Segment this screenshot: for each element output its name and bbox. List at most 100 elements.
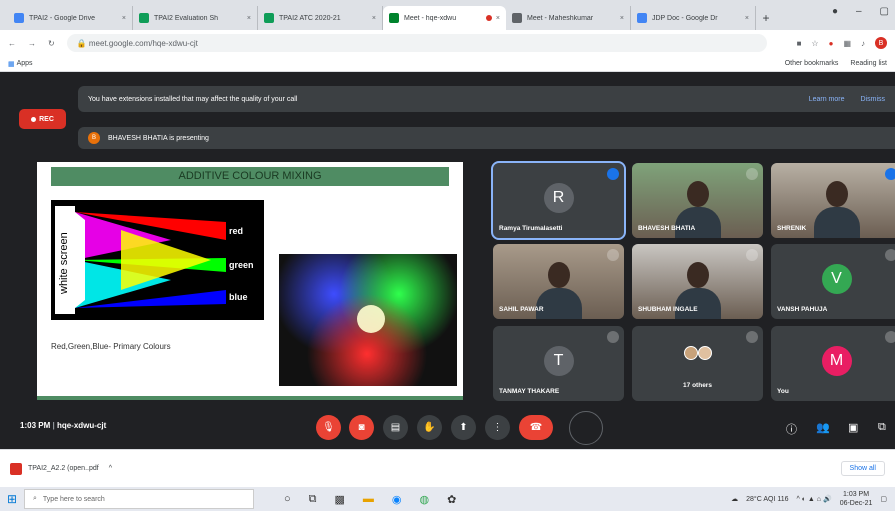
captions-button[interactable]: ▤ [383, 415, 408, 440]
hand-icon: ✋ [423, 422, 436, 433]
notifications-icon[interactable]: ▢ [880, 495, 887, 503]
windows-start-icon[interactable]: ⊞ [0, 487, 24, 511]
white-screen-label: white screen [58, 232, 70, 295]
browser-tab[interactable]: Meet - Maheshkumar × [506, 6, 631, 30]
profile-indicator-icon[interactable]: ● [832, 6, 838, 17]
leave-call-button[interactable]: ☎ [519, 415, 553, 440]
browser-tab[interactable]: JDP Doc - Google Dr × [631, 6, 756, 30]
profile-avatar[interactable]: B [875, 37, 887, 49]
apps-bookmark[interactable]: Apps [17, 60, 33, 67]
close-tab-icon[interactable]: × [122, 15, 126, 22]
mic-status-icon [885, 168, 895, 180]
participant-tile[interactable]: R Ramya Tirumalasetti [491, 161, 626, 240]
media-icon[interactable]: ♪ [861, 39, 865, 48]
browser-tab[interactable]: TPAI2 Evaluation Sh × [133, 6, 258, 30]
camera-off-button[interactable]: ◙ [349, 415, 374, 440]
mic-status-icon [607, 168, 619, 180]
participant-body [674, 207, 721, 238]
colour-diagram: white screen red green blue [51, 200, 264, 320]
chevron-up-icon[interactable]: ^ [109, 465, 112, 472]
back-icon[interactable]: ← [8, 39, 16, 48]
cursor-ring [569, 411, 603, 445]
camera-icon[interactable]: ■ [797, 39, 802, 48]
tray-icons[interactable]: ^ ◐ ▲ ⌂ 🔊 [797, 495, 832, 503]
participant-tile[interactable]: BHAVESH BHATIA [632, 163, 763, 238]
download-file-name[interactable]: TPAI2_A2.2 (open..pdf [28, 465, 99, 472]
chrome-icon[interactable]: ◍ [420, 493, 430, 506]
forward-icon[interactable]: → [28, 39, 36, 48]
participant-tile[interactable]: T TANMAY THAKARE [493, 326, 624, 401]
new-tab-button[interactable]: + [756, 6, 776, 30]
weather-icon[interactable]: ☁ [731, 495, 738, 503]
url-field[interactable]: 🔒 meet.google.com/hqe-xdwu-cjt [66, 34, 767, 52]
close-tab-icon[interactable]: × [620, 15, 624, 22]
present-button[interactable]: ⬆ [451, 415, 476, 440]
mic-status-icon [746, 249, 758, 261]
show-all-button[interactable]: Show all [840, 461, 885, 476]
participant-name: You [777, 388, 789, 395]
close-tab-icon[interactable]: × [372, 15, 376, 22]
reading-list[interactable]: Reading list [850, 60, 887, 67]
more-vert-icon: ⋮ [492, 422, 503, 433]
participant-name: SHUBHAM INGALE [638, 306, 698, 313]
other-avatar [697, 346, 712, 360]
apps-icon[interactable]: ▦ [8, 60, 17, 68]
store-icon[interactable]: ▩ [335, 493, 345, 506]
close-tab-icon[interactable]: × [745, 15, 749, 22]
close-tab-icon[interactable]: × [247, 15, 251, 22]
participant-tile[interactable]: SHUBHAM INGALE [632, 244, 763, 319]
minimize-icon[interactable]: – [856, 6, 862, 17]
participant-tile[interactable]: M You [771, 326, 895, 401]
app-icon[interactable]: ✿ [447, 493, 456, 506]
clock[interactable]: 1:03 PM 06-Dec-21 [840, 490, 873, 508]
others-avatars [683, 346, 712, 360]
more-options-button[interactable]: ⋮ [485, 415, 510, 440]
dismiss-link[interactable]: Dismiss [861, 96, 886, 103]
participant-avatar: R [543, 182, 574, 213]
meet-window: You have extensions installed that may a… [0, 72, 895, 449]
participant-tile[interactable]: SHRENIK [771, 163, 895, 238]
learn-more-link[interactable]: Learn more [809, 96, 845, 103]
download-bar: TPAI2_A2.2 (open..pdf ^ Show all [0, 449, 895, 487]
people-icon[interactable]: 👥 [816, 421, 830, 434]
browser-tab[interactable]: TPAI2 - Google Drive × [8, 6, 133, 30]
file-explorer-icon[interactable]: ▬ [363, 493, 374, 506]
bookmarks-bar: ▦ Apps Other bookmarks Reading list [0, 56, 895, 72]
extension-icon[interactable]: ● [829, 39, 834, 48]
taskbar-search-input[interactable]: ⌕ Type here to search [24, 489, 254, 509]
slide-title: ADDITIVE COLOUR MIXING [51, 167, 449, 186]
weather-text[interactable]: 28°C AQI 116 [746, 496, 788, 503]
reload-icon[interactable]: ↻ [48, 39, 55, 48]
raise-hand-button[interactable]: ✋ [417, 415, 442, 440]
star-icon[interactable]: ☆ [811, 39, 818, 48]
participant-name: TANMAY THAKARE [499, 388, 560, 395]
recording-tab-dot-icon [485, 15, 492, 21]
microphone-off-button[interactable]: 🎙 [316, 415, 341, 440]
task-view-icon[interactable]: ⧉ [309, 493, 317, 506]
participant-name: VANSH PAHUJA [777, 306, 828, 313]
tab-title: TPAI2 ATC 2020-21 [279, 14, 341, 22]
puzzle-icon[interactable]: ▦ [843, 39, 851, 48]
slide-caption: Red,Green,Blue- Primary Colours [51, 342, 171, 351]
edge-icon[interactable]: ◉ [392, 493, 402, 506]
maximize-icon[interactable]: ▢ [880, 6, 889, 17]
participant-body [813, 207, 860, 238]
activities-icon[interactable]: ⧉ [878, 421, 886, 434]
participant-tile[interactable]: V VANSH PAHUJA [771, 244, 895, 319]
other-bookmarks[interactable]: Other bookmarks [785, 60, 839, 67]
participant-figure [686, 181, 709, 207]
info-icon[interactable]: ⓘ [786, 421, 797, 437]
mic-status-icon [607, 249, 619, 261]
browser-tab[interactable]: Meet - hqe-xdwu × [383, 6, 506, 30]
close-tab-icon[interactable]: × [496, 15, 500, 22]
address-bar: ← → ↻ 🔒 meet.google.com/hqe-xdwu-cjt ■ ☆… [0, 30, 895, 56]
mic-off-icon: 🎙 [322, 422, 335, 433]
shared-screen: ADDITIVE COLOUR MIXING white screen red … [37, 162, 463, 400]
browser-tab[interactable]: TPAI2 ATC 2020-21 × [258, 6, 383, 30]
favicon-icon [139, 13, 149, 23]
cortana-icon[interactable]: ○ [284, 493, 291, 506]
participant-tile[interactable]: 17 others [632, 326, 763, 401]
recording-badge[interactable]: REC [19, 109, 66, 129]
participant-tile[interactable]: SAHIL PAWAR [493, 244, 624, 319]
chat-icon[interactable]: ▣ [848, 421, 858, 434]
